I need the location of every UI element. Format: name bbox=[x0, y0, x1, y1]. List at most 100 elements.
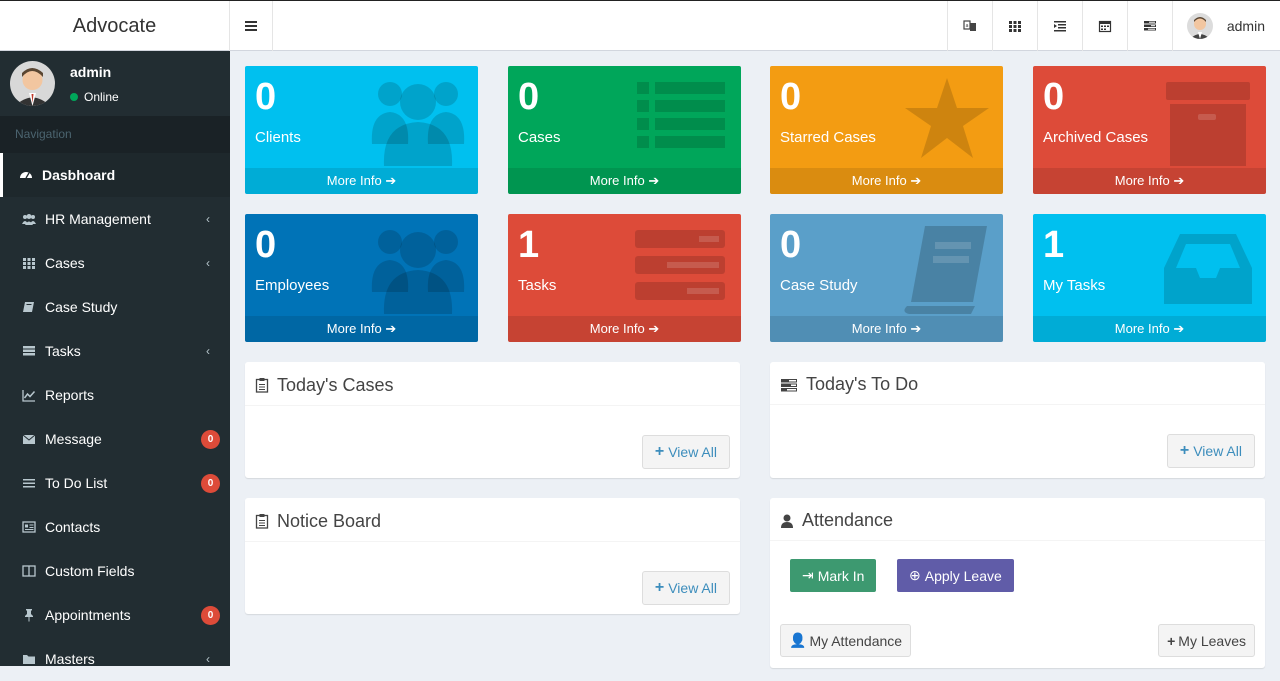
sidebar-item-tasks[interactable]: Tasks ‹ bbox=[0, 329, 230, 373]
users-icon bbox=[371, 230, 465, 314]
sidebar-item-label: Case Study bbox=[45, 299, 118, 315]
more-info-link[interactable]: More Info ➔ bbox=[508, 316, 741, 342]
sidebar-item-message[interactable]: Message 0 bbox=[0, 417, 230, 461]
view-all-cases-button[interactable]: + View All bbox=[641, 435, 730, 469]
user-icon: 👤 bbox=[789, 632, 807, 648]
sidebar-item-label: Custom Fields bbox=[45, 563, 135, 579]
notice-board-panel: Notice Board + View All bbox=[245, 498, 740, 614]
todays-todo-panel: Today's To Do + View All bbox=[770, 362, 1265, 478]
arrow-circle-right-icon: ➔ bbox=[648, 173, 660, 188]
more-info-link[interactable]: More Info ➔ bbox=[1033, 316, 1266, 342]
outdent-button[interactable] bbox=[1036, 1, 1082, 51]
view-all-notices-button[interactable]: + View All bbox=[641, 571, 730, 605]
brand-logo[interactable]: Advocate bbox=[0, 1, 230, 51]
calendar-button[interactable] bbox=[1081, 1, 1127, 51]
tasks-icon bbox=[1143, 21, 1156, 31]
translate-button[interactable]: a bbox=[946, 1, 992, 51]
sidebar-item-appointments[interactable]: Appointments 0 bbox=[0, 593, 230, 637]
sidebar: admin Online Navigation Dasbhoard HR Man… bbox=[0, 51, 230, 667]
online-status: Online bbox=[70, 90, 119, 104]
outdent-icon bbox=[1053, 21, 1066, 32]
clipboard-icon bbox=[255, 514, 269, 529]
stat-label: Employees bbox=[255, 277, 330, 294]
archive-icon bbox=[1166, 82, 1250, 166]
my-attendance-button[interactable]: 👤 My Attendance bbox=[780, 624, 912, 657]
pin-icon bbox=[21, 608, 37, 622]
user-icon bbox=[781, 514, 793, 528]
sidebar-item-label: To Do List bbox=[45, 475, 108, 491]
tasks-button[interactable] bbox=[1126, 1, 1172, 51]
plus-icon: + bbox=[1179, 442, 1190, 459]
book-icon bbox=[904, 226, 987, 314]
clipboard-icon bbox=[255, 378, 269, 393]
stat-box-starred-cases: 0 Starred Cases More Info ➔ bbox=[770, 66, 1003, 194]
more-info-link[interactable]: More Info ➔ bbox=[770, 316, 1003, 342]
stat-number: 0 bbox=[255, 76, 277, 118]
plus-icon: + bbox=[654, 579, 665, 596]
user-name: admin bbox=[1226, 18, 1265, 34]
stat-number: 0 bbox=[780, 224, 802, 266]
mark-in-button[interactable]: ⇥ Mark In bbox=[790, 559, 877, 592]
message-count-badge: 0 bbox=[201, 429, 220, 449]
stat-number: 0 bbox=[780, 76, 802, 118]
sidebar-item-hr-management[interactable]: HR Management ‹ bbox=[0, 197, 230, 241]
panel-title: Today's To Do bbox=[806, 374, 919, 394]
tasks-icon bbox=[781, 378, 797, 391]
sidebar-item-dashboard[interactable]: Dasbhoard bbox=[0, 153, 230, 197]
sidebar-item-label: Dasbhoard bbox=[42, 167, 116, 183]
more-info-link[interactable]: More Info ➔ bbox=[770, 168, 1003, 194]
list-icon bbox=[21, 476, 37, 490]
stat-box-cases: 0 Cases More Info ➔ bbox=[508, 66, 741, 194]
stat-label: My Tasks bbox=[1043, 277, 1106, 294]
stat-label: Clients bbox=[255, 129, 301, 146]
sidebar-item-custom-fields[interactable]: Custom Fields bbox=[0, 549, 230, 593]
stat-label: Cases bbox=[518, 129, 561, 146]
avatar bbox=[10, 61, 55, 106]
view-all-todo-button[interactable]: + View All bbox=[1166, 434, 1255, 468]
arrow-circle-right-icon: ➔ bbox=[1173, 321, 1185, 336]
panel-title: Notice Board bbox=[277, 510, 382, 531]
tasks-icon bbox=[21, 344, 37, 358]
more-info-link[interactable]: More Info ➔ bbox=[508, 168, 741, 194]
my-leaves-button[interactable]: + My Leaves bbox=[1158, 624, 1255, 657]
more-info-link[interactable]: More Info ➔ bbox=[1033, 168, 1266, 194]
sidebar-item-cases[interactable]: Cases ‹ bbox=[0, 241, 230, 285]
stat-label: Archived Cases bbox=[1043, 129, 1149, 146]
nav-header: Navigation bbox=[0, 116, 230, 153]
sidebar-item-contacts[interactable]: Contacts bbox=[0, 505, 230, 549]
plus-icon: + bbox=[654, 443, 665, 460]
stat-box-clients: 0 Clients More Info ➔ bbox=[245, 66, 478, 194]
apps-button[interactable] bbox=[991, 1, 1037, 51]
star-icon bbox=[905, 78, 989, 158]
user-menu[interactable]: admin bbox=[1171, 1, 1280, 51]
sidebar-item-case-study[interactable]: Case Study bbox=[0, 285, 230, 329]
arrow-circle-right-icon: ➔ bbox=[385, 321, 397, 336]
stat-number: 1 bbox=[1043, 224, 1065, 266]
stat-number: 0 bbox=[518, 76, 540, 118]
list-icon bbox=[637, 82, 725, 148]
apply-leave-button[interactable]: ⊕ Apply Leave bbox=[897, 559, 1014, 592]
todays-cases-panel: Today's Cases + View All bbox=[245, 362, 740, 478]
stat-box-my-tasks: 1 My Tasks More Info ➔ bbox=[1033, 214, 1266, 342]
sidebar-item-label: Contacts bbox=[45, 519, 101, 535]
hamburger-icon bbox=[245, 25, 257, 27]
sidebar-item-label: Cases bbox=[45, 255, 85, 271]
more-info-link[interactable]: More Info ➔ bbox=[245, 168, 478, 194]
stat-number: 0 bbox=[1043, 76, 1065, 118]
sidebar-item-masters[interactable]: Masters ‹ bbox=[0, 637, 230, 681]
todo-count-badge: 0 bbox=[201, 473, 220, 493]
book-icon bbox=[21, 300, 37, 314]
sidebar-item-reports[interactable]: Reports bbox=[0, 373, 230, 417]
arrow-circle-right-icon: ➔ bbox=[910, 321, 922, 336]
sidebar-toggle-button[interactable] bbox=[230, 1, 273, 51]
stat-box-employees: 0 Employees More Info ➔ bbox=[245, 214, 478, 342]
sidebar-item-to-do-list[interactable]: To Do List 0 bbox=[0, 461, 230, 505]
stat-number: 1 bbox=[518, 224, 540, 266]
users-icon bbox=[21, 212, 37, 226]
inbox-icon bbox=[1164, 234, 1252, 304]
dashboard-icon bbox=[18, 168, 34, 182]
more-info-link[interactable]: More Info ➔ bbox=[245, 316, 478, 342]
arrow-circle-right-icon: ➔ bbox=[910, 173, 922, 188]
avatar bbox=[1186, 13, 1213, 39]
sidebar-item-label: Masters bbox=[45, 651, 95, 667]
